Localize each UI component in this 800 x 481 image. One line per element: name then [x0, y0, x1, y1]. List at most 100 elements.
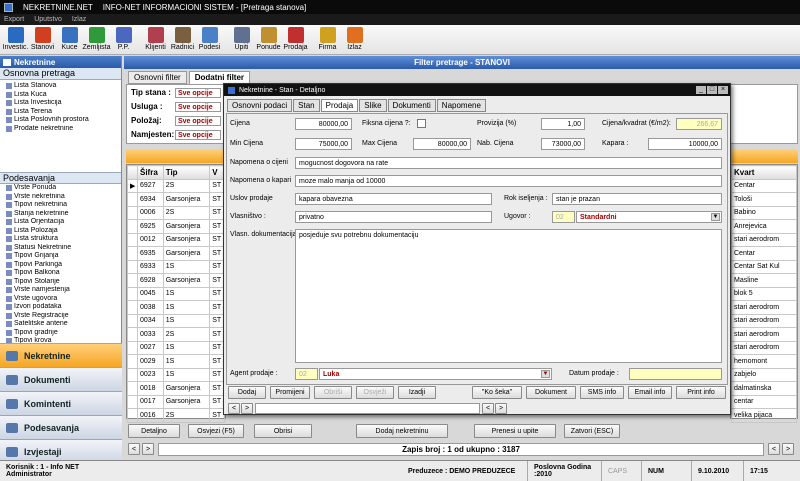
last-prev-button[interactable]: < — [768, 443, 780, 455]
tree-item[interactable]: Lista Polozaja — [6, 227, 121, 236]
tree-item[interactable]: Lista Kuca — [6, 91, 121, 100]
table-row[interactable]: zabjelo — [731, 367, 797, 382]
table-row[interactable]: 6925 Garsonjera ST — [127, 219, 225, 234]
table-row[interactable]: Tološi — [731, 192, 797, 207]
provizija-field[interactable]: 1,00 — [541, 118, 585, 130]
max-cijena-field[interactable]: 80000,00 — [413, 138, 471, 150]
menu-izlaz[interactable]: Izlaz — [72, 16, 86, 23]
prev-record-button[interactable]: < — [128, 443, 140, 455]
toolbar-button-ponude[interactable]: Ponude — [255, 25, 282, 55]
toolbar-button-kuce[interactable]: Kuce — [56, 25, 83, 55]
dialog-button-8[interactable]: Email info — [628, 386, 672, 399]
table-row[interactable]: Masline — [731, 273, 797, 288]
tree-item[interactable]: Tipovi Balkona — [6, 269, 121, 278]
dialog-button-5[interactable]: "Ko šeka" — [472, 386, 522, 399]
bottom-button-4[interactable]: Prenesi u upite — [474, 424, 556, 438]
table-row[interactable]: 0012 Garsonjera ST — [127, 232, 225, 247]
dialog-button-7[interactable]: SMS info — [580, 386, 624, 399]
dialog-button-1[interactable]: Promijeni — [270, 386, 310, 399]
bottom-button-3[interactable]: Dodaj nekretninu — [356, 424, 448, 438]
tree-item[interactable]: Lista Terena — [6, 108, 121, 117]
tree-item[interactable]: Tipovi Parkinga — [6, 261, 121, 270]
vlasnistvo-field[interactable]: privatno — [295, 211, 492, 223]
agent-select[interactable]: Luka ▼ — [319, 368, 552, 380]
uslov-prodaje-field[interactable]: kapara obavezna — [295, 193, 492, 205]
table-row[interactable]: 0027 1S ST — [127, 340, 225, 355]
toolbar-button-prodaja[interactable]: Prodaja — [282, 25, 309, 55]
table-row[interactable]: stari aerodrom — [731, 300, 797, 315]
datum-prodaje-field[interactable] — [629, 368, 722, 380]
col-kvart[interactable]: Kvart — [731, 165, 797, 180]
nab-cijena-field[interactable]: 73000,00 — [541, 138, 585, 150]
tree-item[interactable]: Vrste Registracije — [6, 312, 121, 321]
col-tip[interactable]: Tip — [162, 165, 211, 180]
table-row[interactable]: 0016 2S ST — [127, 408, 225, 423]
tree-item[interactable]: Vrste nekretnina — [6, 193, 121, 202]
toolbar-button-stanovi[interactable]: Stanovi — [29, 25, 56, 55]
table-row[interactable]: 0033 2S ST — [127, 327, 225, 342]
tab-osnovni-filter[interactable]: Osnovni filter — [128, 71, 187, 84]
dialog-button-2[interactable]: Obriši — [314, 386, 352, 399]
napomena-kapari-field[interactable]: moze malo manja od 10000 — [295, 175, 722, 187]
filter-select[interactable]: Sve opcije — [175, 102, 221, 112]
dialog-button-6[interactable]: Dokument — [526, 386, 576, 399]
table-row[interactable]: Anrejevica — [731, 219, 797, 234]
dokumentacija-field[interactable]: posjeduje svu potrebnu dokumentaciju — [295, 229, 722, 363]
menu-export[interactable]: Export — [4, 16, 24, 23]
table-row[interactable]: 0023 1S ST — [127, 367, 225, 382]
dialog-button-9[interactable]: Print info — [676, 386, 726, 399]
table-row[interactable]: velika pijaca — [731, 408, 797, 423]
menu-uputstvo[interactable]: Uputstvo — [34, 16, 62, 23]
table-row[interactable]: stari aerodrom — [731, 232, 797, 247]
dialog-prev-button[interactable]: < — [228, 403, 240, 414]
toolbar-button-klijenti[interactable]: Klijenti — [142, 25, 169, 55]
bottom-button-5[interactable]: Zatvori (ESC) — [564, 424, 620, 438]
cijena-field[interactable]: 80000,00 — [295, 118, 352, 130]
dialog-button-4[interactable]: Izadji — [398, 386, 436, 399]
tree-item[interactable]: Satelitske antene — [6, 320, 121, 329]
toolbar-button-zemljista[interactable]: Zemljista — [83, 25, 111, 55]
table-row[interactable]: stari aerodrom — [731, 327, 797, 342]
bottom-button-0[interactable]: Detaljno — [128, 424, 180, 438]
table-row[interactable]: 6934 Garsonjera ST — [127, 192, 225, 207]
table-row[interactable]: blok 5 — [731, 286, 797, 301]
nav-komintenti[interactable]: Komintenti — [0, 391, 122, 415]
last-next-button[interactable]: > — [782, 443, 794, 455]
table-row[interactable]: dalmatinska — [731, 381, 797, 396]
kapara-field[interactable]: 10000,00 — [648, 138, 722, 150]
tree-item[interactable]: Tipovi Stolarije — [6, 278, 121, 287]
table-row[interactable]: stari aerodrom — [731, 340, 797, 355]
filter-select[interactable]: Sve opcije — [175, 88, 221, 98]
table-row[interactable]: 6933 1S ST — [127, 259, 225, 274]
tab-napomene[interactable]: Napomene — [436, 99, 486, 112]
table-row[interactable]: 6928 Garsonjera ST — [127, 273, 225, 288]
toolbar-button-pp[interactable]: P.P. — [110, 25, 137, 55]
table-row[interactable]: stari aerodrom — [731, 313, 797, 328]
rok-iseljenja-field[interactable]: stan je prazan — [552, 193, 722, 205]
tree-item[interactable]: Lista Orjentacija — [6, 218, 121, 227]
tree-item[interactable]: Tipovi Grijanja — [6, 252, 121, 261]
table-row[interactable]: 0006 2S ST — [127, 205, 225, 220]
nav-dokumenti[interactable]: Dokumenti — [0, 367, 122, 391]
bottom-button-2[interactable]: Obrisi — [254, 424, 312, 438]
table-row[interactable]: 0034 1S ST — [127, 313, 225, 328]
napomena-cijeni-field[interactable]: mogucnost dogovora na rate — [295, 157, 722, 169]
toolbar-button-firma[interactable]: Firma — [314, 25, 341, 55]
nav-podesavanja[interactable]: Podesavanja — [0, 415, 122, 439]
tree-item[interactable]: Izvori podataka — [6, 303, 121, 312]
chevron-down-icon[interactable]: ▼ — [541, 370, 550, 378]
close-icon[interactable]: × — [718, 86, 728, 94]
table-row[interactable]: hemomont — [731, 354, 797, 369]
tree-item[interactable]: Tipovi gradnje — [6, 329, 121, 338]
tree-item[interactable]: Vrste namjestenja — [6, 286, 121, 295]
dialog-next-button[interactable]: > — [241, 403, 253, 414]
tree-item[interactable]: Tipovi nekretnina — [6, 201, 121, 210]
toolbar-button-upiti[interactable]: Upiti — [228, 25, 255, 55]
nav-nekretnine[interactable]: Nekretnine — [0, 343, 122, 367]
tab-dokumenti[interactable]: Dokumenti — [387, 99, 436, 112]
ugovor-select[interactable]: Standardni ▼ — [576, 211, 722, 223]
tab-stan[interactable]: Stan — [293, 99, 320, 112]
tab-osnovni-podaci[interactable]: Osnovni podaci — [227, 99, 293, 112]
tree-item[interactable]: Lista struktura — [6, 235, 121, 244]
table-row[interactable]: 0029 1S ST — [127, 354, 225, 369]
